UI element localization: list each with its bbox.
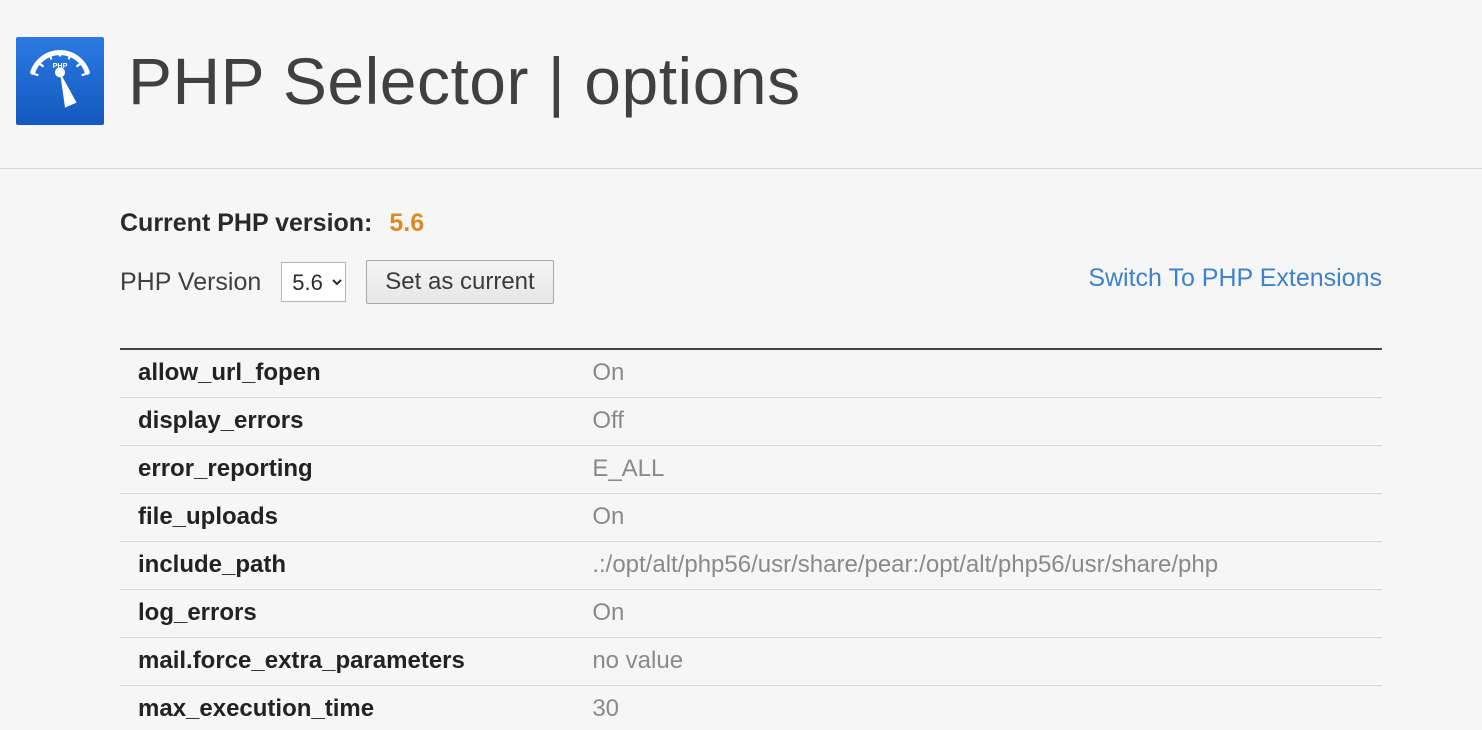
option-name: allow_url_fopen (120, 349, 574, 398)
page-title: PHP Selector | options (128, 48, 801, 114)
option-name: mail.force_extra_parameters (120, 638, 574, 686)
option-value[interactable]: On (574, 494, 1382, 542)
option-value[interactable]: E_ALL (574, 446, 1382, 494)
option-value[interactable]: no value (574, 638, 1382, 686)
current-php-version: Current PHP version: 5.6 (120, 209, 1382, 238)
option-value[interactable]: .:/opt/alt/php56/usr/share/pear:/opt/alt… (574, 542, 1382, 590)
option-row: display_errorsOff (120, 398, 1382, 446)
option-value[interactable]: On (574, 349, 1382, 398)
option-value[interactable]: On (574, 590, 1382, 638)
content-area: Current PHP version: 5.6 PHP Version 5.6… (0, 169, 1482, 730)
php-version-select[interactable]: 5.6 (281, 262, 346, 302)
current-version-value: 5.6 (389, 209, 424, 237)
option-name: display_errors (120, 398, 574, 446)
current-version-label: Current PHP version: (120, 209, 372, 237)
switch-to-extensions-link[interactable]: Switch To PHP Extensions (1088, 264, 1382, 293)
option-row: max_execution_time30 (120, 686, 1382, 730)
page-header: PHP PHP Selector | options (0, 0, 1482, 169)
option-value[interactable]: Off (574, 398, 1382, 446)
option-row: include_path.:/opt/alt/php56/usr/share/p… (120, 542, 1382, 590)
option-name: error_reporting (120, 446, 574, 494)
option-name: log_errors (120, 590, 574, 638)
option-row: log_errorsOn (120, 590, 1382, 638)
option-row: mail.force_extra_parametersno value (120, 638, 1382, 686)
option-name: file_uploads (120, 494, 574, 542)
option-name: include_path (120, 542, 574, 590)
php-gauge-icon: PHP (16, 37, 104, 125)
option-value[interactable]: 30 (574, 686, 1382, 730)
option-row: error_reportingE_ALL (120, 446, 1382, 494)
set-as-current-button[interactable]: Set as current (366, 260, 553, 304)
php-options-table: allow_url_fopenOndisplay_errorsOfferror_… (120, 348, 1382, 730)
option-row: file_uploadsOn (120, 494, 1382, 542)
version-controls: PHP Version 5.6 Set as current Switch To… (120, 260, 1382, 304)
option-name: max_execution_time (120, 686, 574, 730)
option-row: allow_url_fopenOn (120, 349, 1382, 398)
php-version-label: PHP Version (120, 268, 261, 297)
